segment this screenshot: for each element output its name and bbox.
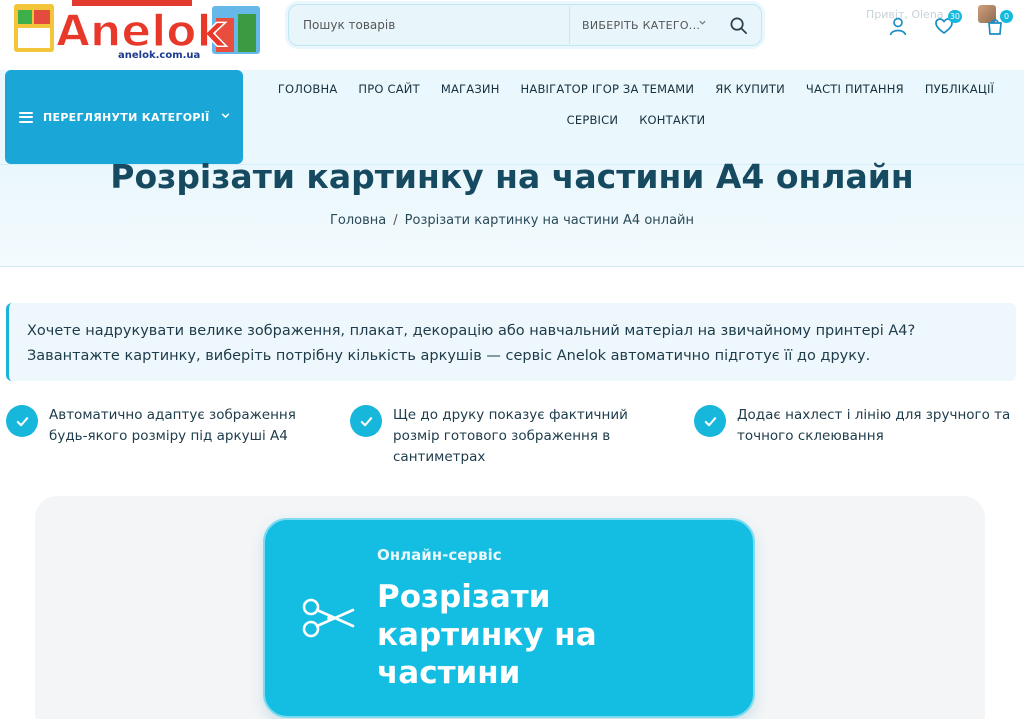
search-button[interactable] — [719, 6, 757, 44]
browse-categories-label: ПЕРЕГЛЯНУТИ КАТЕГОРІЇ — [43, 110, 210, 124]
browse-categories-button[interactable]: ПЕРЕГЛЯНУТИ КАТЕГОРІЇ — [5, 70, 243, 164]
nav-item-about[interactable]: ПРО САЙТ — [348, 82, 430, 96]
breadcrumb-home-link[interactable]: Головна — [330, 213, 386, 228]
cart-count-badge: 0 — [1000, 10, 1013, 23]
main-menu-row-1: ГОЛОВНА ПРО САЙТ МАГАЗИН НАВІГАТОР ІГОР … — [248, 82, 1024, 96]
main-menu: ГОЛОВНА ПРО САЙТ МАГАЗИН НАВІГАТОР ІГОР … — [248, 82, 1024, 144]
account-button[interactable] — [886, 14, 910, 38]
check-icon — [6, 405, 38, 437]
site-logo[interactable]: Anelok anelok.com.ua — [12, 0, 262, 62]
intro-text: Хочете надрукувати велике зображення, пл… — [6, 303, 1016, 381]
logo-domain: anelok.com.ua — [118, 50, 201, 61]
nav-item-faq[interactable]: ЧАСТІ ПИТАННЯ — [795, 82, 914, 96]
check-icon — [694, 405, 726, 437]
scissors-icon — [302, 598, 355, 638]
feature-item: Автоматично адаптує зображення будь-яког… — [6, 405, 306, 447]
cart-button[interactable]: 0 — [983, 10, 1013, 38]
menu-icon — [19, 111, 33, 123]
nav-item-games-navigator[interactable]: НАВІГАТОР ІГОР ЗА ТЕМАМИ — [510, 82, 705, 96]
logo-artwork: Anelok — [14, 0, 260, 56]
breadcrumb: Головна / Розрізати картинку на частини А4… — [0, 213, 1024, 228]
breadcrumb-separator: / — [393, 213, 398, 228]
nav-item-how-to-buy[interactable]: ЯК КУПИТИ — [705, 82, 796, 96]
user-icon — [889, 17, 907, 36]
nav-item-home[interactable]: ГОЛОВНА — [267, 82, 348, 96]
search-input[interactable] — [290, 6, 568, 44]
top-header: Anelok anelok.com.ua ВИБЕРІТЬ КАТЕГО... … — [0, 0, 1024, 70]
chevron-down-icon — [698, 18, 707, 30]
chevron-down-icon — [220, 110, 231, 124]
service-card-subtitle: Онлайн-сервіс — [377, 546, 502, 564]
main-menu-row-2: СЕРВІСИ КОНТАКТИ — [248, 113, 1024, 127]
nav-item-contacts[interactable]: КОНТАКТИ — [629, 113, 716, 127]
category-select[interactable]: ВИБЕРІТЬ КАТЕГО... — [569, 6, 719, 44]
feature-text: Додає нахлест і лінію для зручного та то… — [737, 407, 1011, 444]
page-title: Розрізати картинку на частини А4 онлайн — [110, 157, 914, 196]
feature-item: Ще до друку показує фактичний розмір гот… — [350, 405, 650, 468]
check-icon — [350, 405, 382, 437]
wishlist-count-badge: 30 — [947, 10, 962, 23]
nav-item-services[interactable]: СЕРВІСИ — [556, 113, 629, 127]
svg-text:Anelok: Anelok — [56, 6, 228, 56]
breadcrumb-current: Розрізати картинку на частини А4 онлайн — [404, 213, 694, 228]
wishlist-button[interactable]: 30 — [932, 10, 962, 38]
nav-item-publications[interactable]: ПУБЛІКАЦІЇ — [914, 82, 1004, 96]
feature-text: Автоматично адаптує зображення будь-яког… — [49, 407, 296, 444]
feature-text: Ще до друку показує фактичний розмір гот… — [393, 407, 628, 465]
service-card-title: Розрізати картинку на частини — [377, 579, 597, 691]
search-bar: ВИБЕРІТЬ КАТЕГО... — [288, 4, 762, 46]
feature-item: Додає нахлест і лінію для зручного та то… — [694, 405, 1019, 447]
category-select-label: ВИБЕРІТЬ КАТЕГО... — [582, 18, 701, 32]
nav-item-shop[interactable]: МАГАЗИН — [430, 82, 510, 96]
service-card[interactable]: Онлайн-сервіс Розрізати картинку на част… — [263, 518, 755, 718]
search-icon — [730, 17, 747, 34]
